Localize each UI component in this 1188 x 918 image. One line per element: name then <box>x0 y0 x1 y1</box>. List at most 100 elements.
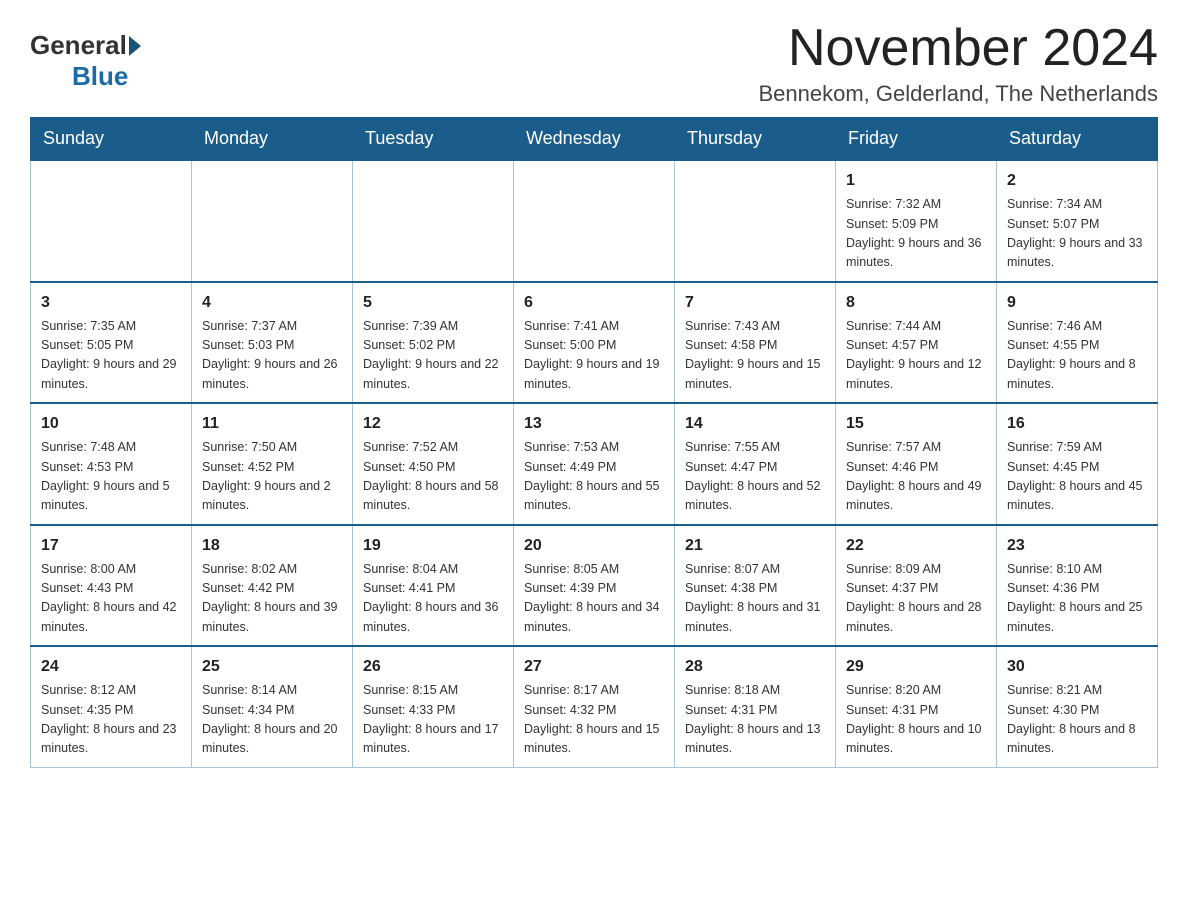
day-number: 1 <box>846 169 986 193</box>
calendar-cell: 11Sunrise: 7:50 AM Sunset: 4:52 PM Dayli… <box>192 403 353 525</box>
calendar-cell <box>31 160 192 282</box>
calendar-header-row: SundayMondayTuesdayWednesdayThursdayFrid… <box>31 118 1158 161</box>
day-info: Sunrise: 8:21 AM Sunset: 4:30 PM Dayligh… <box>1007 681 1147 759</box>
calendar-cell: 14Sunrise: 7:55 AM Sunset: 4:47 PM Dayli… <box>675 403 836 525</box>
day-number: 22 <box>846 534 986 558</box>
calendar-cell: 6Sunrise: 7:41 AM Sunset: 5:00 PM Daylig… <box>514 282 675 404</box>
title-section: November 2024 Bennekom, Gelderland, The … <box>758 20 1158 107</box>
column-header-wednesday: Wednesday <box>514 118 675 161</box>
calendar-cell: 16Sunrise: 7:59 AM Sunset: 4:45 PM Dayli… <box>997 403 1158 525</box>
day-info: Sunrise: 7:46 AM Sunset: 4:55 PM Dayligh… <box>1007 317 1147 395</box>
calendar-table: SundayMondayTuesdayWednesdayThursdayFrid… <box>30 117 1158 768</box>
calendar-cell: 19Sunrise: 8:04 AM Sunset: 4:41 PM Dayli… <box>353 525 514 647</box>
day-info: Sunrise: 7:55 AM Sunset: 4:47 PM Dayligh… <box>685 438 825 516</box>
day-number: 11 <box>202 412 342 436</box>
day-info: Sunrise: 7:57 AM Sunset: 4:46 PM Dayligh… <box>846 438 986 516</box>
day-info: Sunrise: 8:12 AM Sunset: 4:35 PM Dayligh… <box>41 681 181 759</box>
calendar-cell: 12Sunrise: 7:52 AM Sunset: 4:50 PM Dayli… <box>353 403 514 525</box>
day-info: Sunrise: 8:15 AM Sunset: 4:33 PM Dayligh… <box>363 681 503 759</box>
calendar-cell: 28Sunrise: 8:18 AM Sunset: 4:31 PM Dayli… <box>675 646 836 767</box>
day-number: 30 <box>1007 655 1147 679</box>
logo-general-text: General <box>30 30 127 61</box>
calendar-cell: 29Sunrise: 8:20 AM Sunset: 4:31 PM Dayli… <box>836 646 997 767</box>
calendar-cell: 21Sunrise: 8:07 AM Sunset: 4:38 PM Dayli… <box>675 525 836 647</box>
day-number: 29 <box>846 655 986 679</box>
calendar-cell: 20Sunrise: 8:05 AM Sunset: 4:39 PM Dayli… <box>514 525 675 647</box>
calendar-cell: 24Sunrise: 8:12 AM Sunset: 4:35 PM Dayli… <box>31 646 192 767</box>
day-number: 23 <box>1007 534 1147 558</box>
day-info: Sunrise: 8:07 AM Sunset: 4:38 PM Dayligh… <box>685 560 825 638</box>
day-info: Sunrise: 7:44 AM Sunset: 4:57 PM Dayligh… <box>846 317 986 395</box>
day-number: 4 <box>202 291 342 315</box>
calendar-cell <box>514 160 675 282</box>
day-number: 13 <box>524 412 664 436</box>
calendar-cell <box>675 160 836 282</box>
day-number: 9 <box>1007 291 1147 315</box>
day-info: Sunrise: 8:04 AM Sunset: 4:41 PM Dayligh… <box>363 560 503 638</box>
week-row-2: 3Sunrise: 7:35 AM Sunset: 5:05 PM Daylig… <box>31 282 1158 404</box>
day-number: 26 <box>363 655 503 679</box>
logo-general: General <box>30 30 141 61</box>
day-info: Sunrise: 7:48 AM Sunset: 4:53 PM Dayligh… <box>41 438 181 516</box>
day-info: Sunrise: 8:17 AM Sunset: 4:32 PM Dayligh… <box>524 681 664 759</box>
calendar-cell: 18Sunrise: 8:02 AM Sunset: 4:42 PM Dayli… <box>192 525 353 647</box>
calendar-cell: 13Sunrise: 7:53 AM Sunset: 4:49 PM Dayli… <box>514 403 675 525</box>
calendar-cell: 25Sunrise: 8:14 AM Sunset: 4:34 PM Dayli… <box>192 646 353 767</box>
day-number: 6 <box>524 291 664 315</box>
calendar-cell: 4Sunrise: 7:37 AM Sunset: 5:03 PM Daylig… <box>192 282 353 404</box>
calendar-cell: 26Sunrise: 8:15 AM Sunset: 4:33 PM Dayli… <box>353 646 514 767</box>
day-number: 2 <box>1007 169 1147 193</box>
calendar-cell: 15Sunrise: 7:57 AM Sunset: 4:46 PM Dayli… <box>836 403 997 525</box>
day-number: 10 <box>41 412 181 436</box>
month-year-title: November 2024 <box>758 20 1158 77</box>
day-number: 24 <box>41 655 181 679</box>
calendar-cell: 7Sunrise: 7:43 AM Sunset: 4:58 PM Daylig… <box>675 282 836 404</box>
day-info: Sunrise: 7:52 AM Sunset: 4:50 PM Dayligh… <box>363 438 503 516</box>
day-number: 7 <box>685 291 825 315</box>
day-info: Sunrise: 7:53 AM Sunset: 4:49 PM Dayligh… <box>524 438 664 516</box>
logo-arrow-icon <box>129 36 141 56</box>
calendar-cell <box>192 160 353 282</box>
day-info: Sunrise: 8:00 AM Sunset: 4:43 PM Dayligh… <box>41 560 181 638</box>
calendar-cell: 23Sunrise: 8:10 AM Sunset: 4:36 PM Dayli… <box>997 525 1158 647</box>
day-number: 19 <box>363 534 503 558</box>
day-info: Sunrise: 8:18 AM Sunset: 4:31 PM Dayligh… <box>685 681 825 759</box>
day-number: 27 <box>524 655 664 679</box>
day-info: Sunrise: 7:37 AM Sunset: 5:03 PM Dayligh… <box>202 317 342 395</box>
day-info: Sunrise: 8:05 AM Sunset: 4:39 PM Dayligh… <box>524 560 664 638</box>
day-info: Sunrise: 8:02 AM Sunset: 4:42 PM Dayligh… <box>202 560 342 638</box>
calendar-cell: 5Sunrise: 7:39 AM Sunset: 5:02 PM Daylig… <box>353 282 514 404</box>
column-header-thursday: Thursday <box>675 118 836 161</box>
day-number: 3 <box>41 291 181 315</box>
day-number: 21 <box>685 534 825 558</box>
day-number: 12 <box>363 412 503 436</box>
day-info: Sunrise: 7:34 AM Sunset: 5:07 PM Dayligh… <box>1007 195 1147 273</box>
day-number: 17 <box>41 534 181 558</box>
calendar-cell: 27Sunrise: 8:17 AM Sunset: 4:32 PM Dayli… <box>514 646 675 767</box>
page-header: General Blue November 2024 Bennekom, Gel… <box>30 20 1158 107</box>
day-number: 18 <box>202 534 342 558</box>
week-row-3: 10Sunrise: 7:48 AM Sunset: 4:53 PM Dayli… <box>31 403 1158 525</box>
calendar-cell: 30Sunrise: 8:21 AM Sunset: 4:30 PM Dayli… <box>997 646 1158 767</box>
logo-blue-text: Blue <box>72 61 128 92</box>
calendar-cell: 10Sunrise: 7:48 AM Sunset: 4:53 PM Dayli… <box>31 403 192 525</box>
day-info: Sunrise: 8:09 AM Sunset: 4:37 PM Dayligh… <box>846 560 986 638</box>
column-header-friday: Friday <box>836 118 997 161</box>
calendar-cell: 8Sunrise: 7:44 AM Sunset: 4:57 PM Daylig… <box>836 282 997 404</box>
day-number: 20 <box>524 534 664 558</box>
week-row-4: 17Sunrise: 8:00 AM Sunset: 4:43 PM Dayli… <box>31 525 1158 647</box>
calendar-cell: 1Sunrise: 7:32 AM Sunset: 5:09 PM Daylig… <box>836 160 997 282</box>
day-info: Sunrise: 8:10 AM Sunset: 4:36 PM Dayligh… <box>1007 560 1147 638</box>
calendar-cell: 22Sunrise: 8:09 AM Sunset: 4:37 PM Dayli… <box>836 525 997 647</box>
day-info: Sunrise: 7:39 AM Sunset: 5:02 PM Dayligh… <box>363 317 503 395</box>
day-info: Sunrise: 8:14 AM Sunset: 4:34 PM Dayligh… <box>202 681 342 759</box>
day-number: 8 <box>846 291 986 315</box>
day-info: Sunrise: 7:59 AM Sunset: 4:45 PM Dayligh… <box>1007 438 1147 516</box>
day-info: Sunrise: 7:35 AM Sunset: 5:05 PM Dayligh… <box>41 317 181 395</box>
day-info: Sunrise: 7:32 AM Sunset: 5:09 PM Dayligh… <box>846 195 986 273</box>
calendar-cell: 9Sunrise: 7:46 AM Sunset: 4:55 PM Daylig… <box>997 282 1158 404</box>
week-row-5: 24Sunrise: 8:12 AM Sunset: 4:35 PM Dayli… <box>31 646 1158 767</box>
calendar-cell: 17Sunrise: 8:00 AM Sunset: 4:43 PM Dayli… <box>31 525 192 647</box>
location-subtitle: Bennekom, Gelderland, The Netherlands <box>758 81 1158 107</box>
column-header-monday: Monday <box>192 118 353 161</box>
